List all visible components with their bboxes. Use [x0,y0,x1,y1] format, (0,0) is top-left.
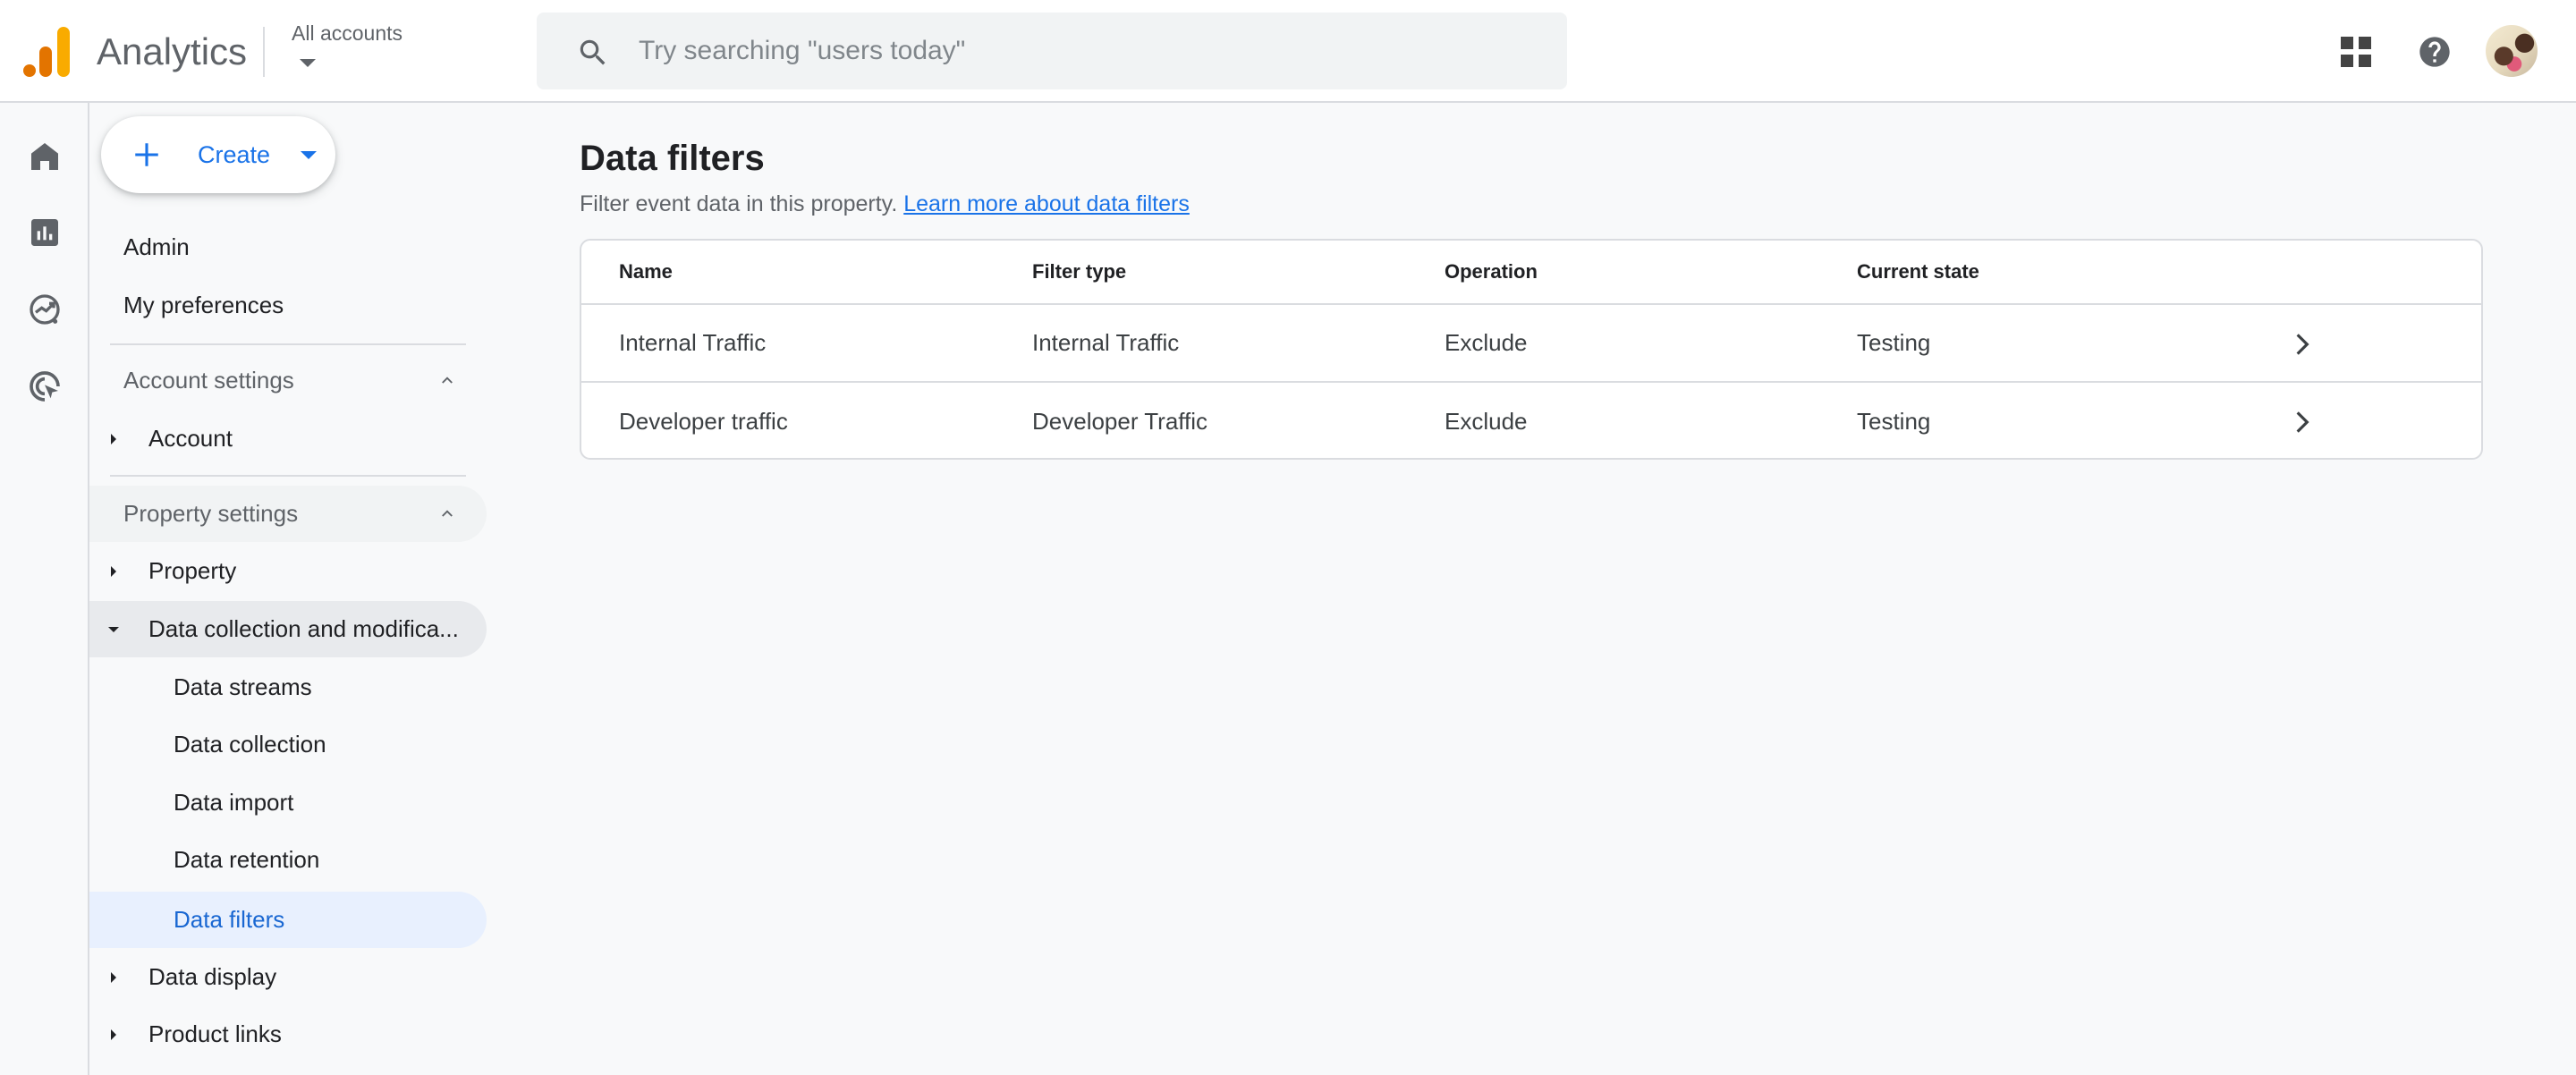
navigation-rail [0,103,89,1075]
cell-name: Internal Traffic [619,329,767,356]
nav-item-label: Product links [148,1020,282,1047]
apps-button[interactable] [2331,27,2381,77]
cell-current-state: Testing [1857,329,1931,356]
account-settings-section[interactable]: Account settings [89,352,487,409]
nav-item-account[interactable]: Account [89,411,487,467]
nav-divider [110,343,466,345]
column-header-operation[interactable]: Operation [1445,260,1538,284]
data-filters-table: Name Filter type Operation Current state… [580,239,2483,460]
cell-current-state: Testing [1857,408,1931,435]
create-button[interactable]: Create [101,116,335,193]
search-bar[interactable] [537,13,1567,89]
nav-item-data-retention[interactable]: Data retention [89,832,487,888]
top-app-bar: Analytics All accounts [0,0,2576,103]
description-text: Filter event data in this property. [580,191,898,216]
explore-trend-icon [30,294,60,325]
nav-item-data-collection-and-modification[interactable]: Data collection and modifica... [89,601,487,657]
nav-item-label: Data streams [174,673,312,700]
table-row[interactable]: Internal Traffic Internal Traffic Exclud… [581,305,2481,383]
cell-filter-type: Internal Traffic [1032,329,1180,356]
cell-operation: Exclude [1445,408,1528,435]
nav-item-label: Data collection [174,731,326,758]
property-settings-section[interactable]: Property settings [89,486,487,542]
bar-chart-icon [31,219,58,246]
nav-item-label: Property [148,557,237,584]
expand-arrow-icon [111,434,116,444]
table-row[interactable]: Developer traffic Developer Traffic Excl… [581,383,2481,458]
nav-item-data-collection[interactable]: Data collection [89,716,487,773]
caret-down-icon [300,59,316,67]
help-button[interactable] [2410,27,2460,77]
nav-item-data-streams[interactable]: Data streams [89,659,487,715]
column-header-current-state[interactable]: Current state [1857,260,1979,284]
nav-item-data-filters[interactable]: Data filters [89,892,487,948]
nav-item-label: Data collection and modifica... [148,615,459,642]
nav-item-data-display[interactable]: Data display [89,949,487,1005]
admin-nav-panel: Create Admin My preferences Account sett… [89,103,537,1075]
collapse-arrow-icon [108,627,119,632]
home-icon [31,143,58,170]
column-header-name[interactable]: Name [619,260,673,284]
nav-item-label: Account [148,425,233,452]
column-header-filter-type[interactable]: Filter type [1032,260,1126,284]
app-title[interactable]: Analytics [97,27,247,77]
caret-down-icon [301,151,317,159]
analytics-logo-icon[interactable] [23,27,70,77]
chevron-right-icon[interactable] [2288,330,2317,359]
nav-item-label: Data filters [174,906,285,933]
page-description: Filter event data in this property. Lear… [580,190,1190,218]
expand-arrow-icon [111,566,116,577]
rail-home[interactable] [23,135,66,178]
table-header: Name Filter type Operation Current state [581,241,2481,305]
account-picker-label: All accounts [292,21,403,45]
nav-item-data-import[interactable]: Data import [89,775,487,831]
nav-divider [110,475,466,477]
page-title: Data filters [580,139,765,178]
section-label: Property settings [123,500,299,527]
main-content: Data filters Filter event data in this p… [537,103,2576,1075]
rail-explore[interactable] [23,288,66,331]
section-label: Account settings [123,367,294,394]
expand-arrow-icon [111,972,116,983]
nav-item-label: Data import [174,789,294,816]
rail-advertising[interactable] [23,365,66,408]
help-icon [2419,37,2450,67]
learn-more-link[interactable]: Learn more about data filters [903,191,1190,216]
create-label: Create [198,141,271,168]
chevron-up-icon [442,377,453,384]
nav-item-property[interactable]: Property [89,543,487,599]
rail-reports[interactable] [23,211,66,254]
apps-grid-icon [2341,37,2371,67]
search-icon [580,39,606,65]
chevron-up-icon [442,510,453,517]
cell-operation: Exclude [1445,329,1528,356]
expand-arrow-icon [111,1029,116,1040]
cell-filter-type: Developer Traffic [1032,408,1208,435]
account-avatar[interactable] [2486,25,2538,77]
nav-item-label: Admin [123,233,190,260]
nav-item-admin[interactable]: Admin [89,219,487,275]
plus-icon [135,143,158,166]
search-input[interactable] [639,13,1533,89]
account-picker[interactable]: All accounts [292,20,403,67]
header-divider [263,27,265,77]
nav-item-label: My preferences [123,292,284,318]
nav-item-product-links[interactable]: Product links [89,1006,487,1062]
cell-name: Developer traffic [619,408,788,435]
nav-item-label: Data retention [174,846,320,873]
nav-item-my-preferences[interactable]: My preferences [89,277,487,334]
chevron-right-icon[interactable] [2288,408,2317,436]
nav-item-label: Data display [148,963,277,990]
target-cursor-icon [30,371,60,402]
